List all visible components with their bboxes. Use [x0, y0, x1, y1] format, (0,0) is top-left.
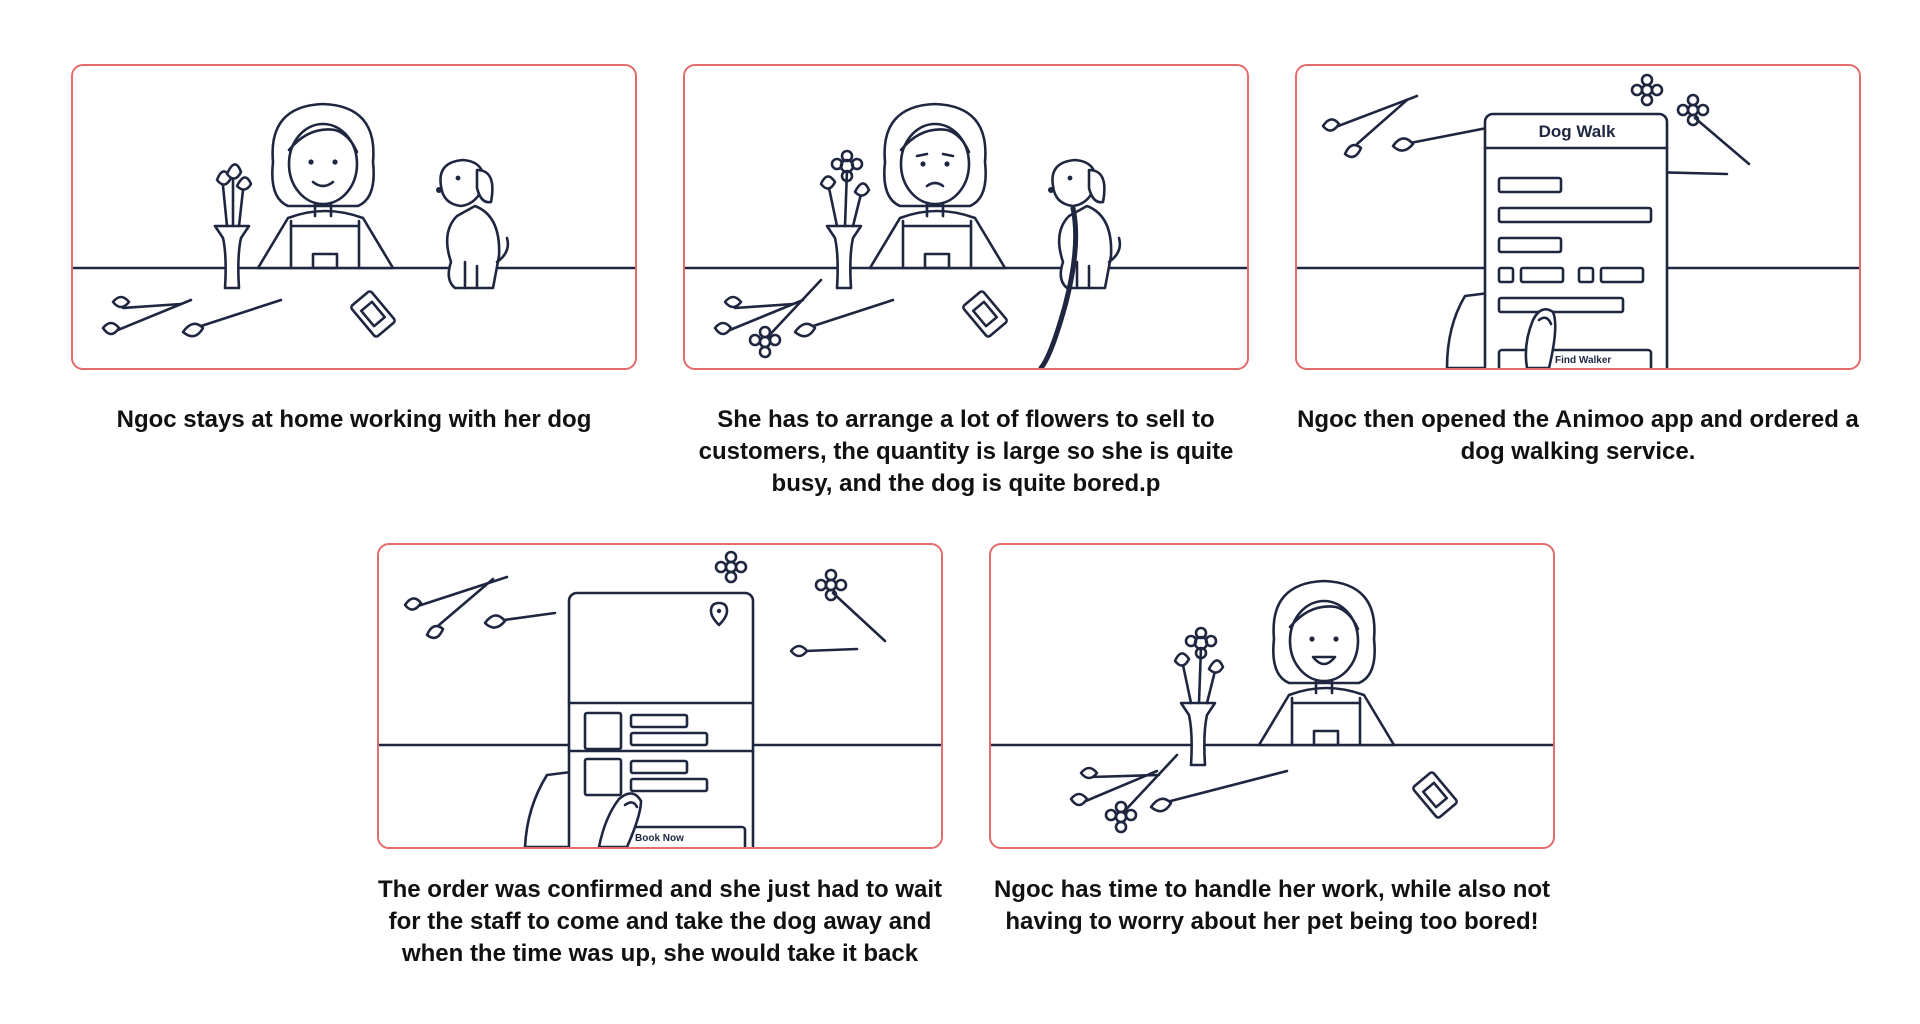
storyboard-panel-2: [683, 64, 1249, 370]
phone-title: Dog Walk: [1538, 122, 1616, 141]
panel-4-caption: The order was confirmed and she just had…: [377, 876, 943, 967]
phone-icon: [1412, 771, 1458, 819]
find-walker-button[interactable]: Find Walker: [1555, 355, 1651, 366]
storyboard-panel-4: Book Now: [377, 543, 943, 849]
phone-icon: [1483, 112, 1669, 368]
panel-5-caption: Ngoc has time to handle her work, while …: [993, 876, 1551, 935]
woman-icon: [1257, 579, 1396, 747]
rose-icon: [101, 295, 283, 338]
panel-2-illustration: [685, 102, 1247, 368]
woman-icon: [256, 102, 395, 270]
phone-icon: [350, 290, 396, 338]
panel-2-caption: She has to arrange a lot of flowers to s…: [698, 406, 1234, 497]
panel-3-illustration: [1297, 73, 1859, 368]
rose-icon: [713, 278, 895, 359]
phone-icon: [962, 290, 1008, 338]
rose-icon: [1069, 753, 1289, 834]
storyboard-panel-3: Dog Walk Find Walker: [1295, 64, 1861, 370]
panel-1-illustration: [73, 102, 635, 338]
woman-icon: [868, 102, 1007, 270]
panel-3-caption: Ngoc then opened the Animoo app and orde…: [1297, 406, 1859, 465]
panel-1-caption: Ngoc stays at home working with her dog: [116, 406, 592, 433]
storyboard-panel-5: [989, 543, 1555, 849]
phone-icon: [567, 591, 755, 847]
panel-5-illustration: [991, 579, 1553, 834]
panel-4-illustration: [379, 550, 941, 847]
flower-vase-icon: [213, 163, 253, 290]
dog-icon: [1038, 158, 1122, 368]
storyboard-panel-1: [71, 64, 637, 370]
book-now-button[interactable]: Book Now: [635, 833, 755, 844]
